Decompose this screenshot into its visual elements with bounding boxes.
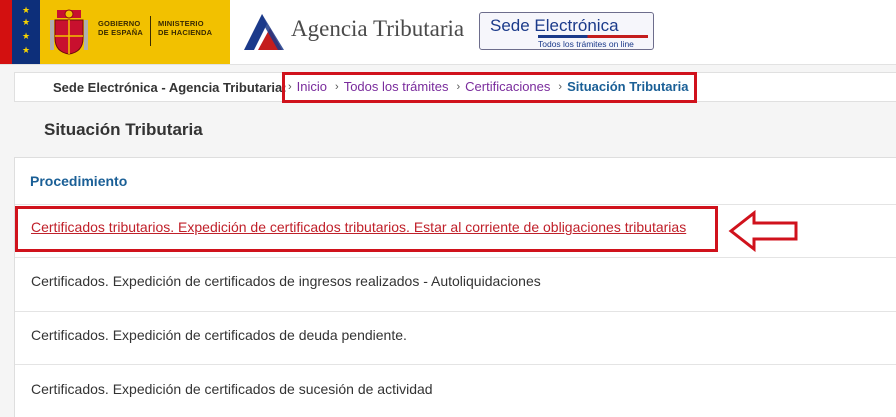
sede-electronica-logo[interactable]: Sede Electrónica Todos los trámites on l…	[479, 12, 654, 50]
procedure-link-deuda-pendiente[interactable]: Certificados. Expedición de certificados…	[31, 327, 407, 343]
breadcrumb-highlight-box	[282, 72, 697, 103]
agencia-tributaria-logo-icon[interactable]	[240, 10, 286, 52]
procedure-highlight-box	[15, 206, 718, 252]
breadcrumb-site-label: Sede Electrónica - Agencia Tributaria:	[53, 80, 287, 95]
procedures-header: Procedimiento	[30, 173, 128, 189]
procedure-link-sucesion-actividad[interactable]: Certificados. Expedición de certificados…	[31, 381, 433, 397]
sede-subtitle: Todos los trámites on line	[538, 39, 634, 49]
row-divider	[15, 364, 896, 365]
procedure-link-ingresos[interactable]: Certificados. Expedición de certificados…	[31, 273, 541, 289]
row-divider	[15, 257, 896, 258]
gobierno-logo[interactable]: ★ ★ ★ ★ Gobierno de España Ministerio de…	[0, 0, 230, 64]
site-header: ★ ★ ★ ★ Gobierno de España Ministerio de…	[0, 0, 896, 65]
logo-divider	[150, 16, 151, 46]
red-strip	[0, 0, 12, 64]
ministerio-text: Ministerio de Hacienda	[158, 19, 213, 37]
sede-underline	[538, 35, 648, 38]
row-divider	[15, 204, 896, 205]
gobierno-text: Gobierno de España	[98, 19, 144, 37]
arrow-left-icon	[728, 210, 798, 252]
eu-flag-icon: ★ ★ ★ ★	[12, 0, 40, 64]
page-title: Situación Tributaria	[44, 120, 203, 139]
row-divider	[15, 311, 896, 312]
coat-of-arms-icon	[50, 9, 88, 55]
agency-name[interactable]: Agencia Tributaria	[291, 16, 464, 42]
sede-title: Sede Electrónica	[490, 16, 619, 35]
